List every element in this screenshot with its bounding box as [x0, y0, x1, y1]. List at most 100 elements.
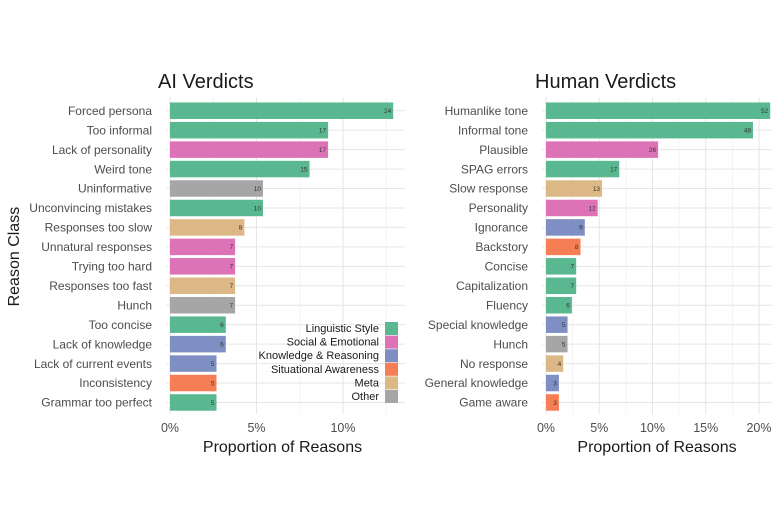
- ai-bar-value-label: 10: [254, 205, 262, 212]
- human-bar-value-label: 9: [579, 225, 583, 232]
- ai-bar-value-label: 7: [229, 244, 233, 251]
- human-category-tick-label: General knowledge: [425, 376, 529, 390]
- human-x-tick-label: 5%: [590, 421, 608, 435]
- ai-bar-value-label: 17: [319, 147, 327, 154]
- ai-bar-value-label: 5: [211, 400, 215, 407]
- human-category-tick-label: Backstory: [475, 240, 528, 254]
- ai-bar-value-label: 6: [220, 341, 224, 348]
- legend-label: Social & Emotional: [287, 337, 379, 349]
- legend-swatch: [385, 322, 398, 335]
- human-bar-value-label: 8: [575, 244, 579, 251]
- human-bar: [546, 141, 659, 158]
- ai-bar: [170, 180, 264, 197]
- legend-swatch: [385, 362, 398, 376]
- ai-bar: [170, 355, 217, 372]
- human-category-tick-label: Fluency: [486, 298, 528, 312]
- ai-bar: [170, 296, 236, 314]
- human-category-tick-label: Informal tone: [458, 123, 528, 137]
- ai-x-tick-label: 5%: [247, 421, 265, 435]
- legend-label: Linguistic Style: [306, 323, 379, 335]
- ai-chart-title: AI Verdicts: [158, 71, 254, 93]
- legend-label: Meta: [355, 377, 380, 389]
- legend-label: Other: [351, 391, 379, 403]
- ai-bar: [170, 335, 226, 353]
- human-category-tick-label: Special knowledge: [428, 318, 528, 332]
- human-category-tick-label: Game aware: [459, 396, 528, 410]
- ai-category-tick-label: Lack of personality: [52, 143, 152, 157]
- ai-category-tick-label: Hunch: [117, 298, 152, 312]
- ai-bar: [170, 258, 236, 275]
- legend-label: Knowledge & Reasoning: [259, 350, 379, 362]
- human-x-tick-label: 10%: [640, 421, 665, 435]
- ai-bar-value-label: 7: [229, 264, 233, 271]
- ai-bar: [170, 219, 245, 236]
- ai-category-tick-label: Unconvincing mistakes: [29, 201, 152, 215]
- ai-x-tick-label: 10%: [330, 421, 355, 435]
- human-bar-value-label: 3: [553, 400, 557, 407]
- ai-category-tick-label: Too informal: [87, 123, 152, 137]
- ai-category-tick-label: Uninformative: [78, 182, 152, 196]
- ai-bar-value-label: 5: [211, 361, 215, 368]
- chart-canvas: AI Verdicts 24 Forced persona 17 Too informa…: [6, 71, 772, 456]
- human-x-tick-label: 0%: [537, 421, 555, 435]
- ai-x-tick-label: 0%: [161, 421, 179, 435]
- ai-category-tick-label: Grammar too perfect: [41, 396, 152, 410]
- ai-bar-value-label: 7: [229, 283, 233, 290]
- ai-bar: [170, 238, 236, 256]
- legend-swatch: [385, 349, 398, 363]
- legend-swatch: [385, 390, 398, 403]
- human-bar-value-label: 7: [571, 283, 575, 290]
- ai-bar: [170, 277, 236, 295]
- ai-bar: [170, 102, 394, 119]
- human-chart-title: Human Verdicts: [535, 71, 676, 93]
- legend-swatch: [385, 376, 398, 390]
- ai-x-axis-title: Proportion of Reasons: [203, 439, 362, 456]
- human-x-tick-label: 15%: [693, 421, 718, 435]
- human-category-tick-label: Hunch: [493, 337, 528, 351]
- ai-category-tick-label: Inconsistency: [79, 376, 152, 390]
- human-bar-value-label: 52: [761, 108, 769, 115]
- human-bar-value-label: 13: [593, 186, 601, 193]
- ai-bar: [170, 160, 310, 178]
- legend-label: Situational Awareness: [271, 364, 380, 376]
- ai-category-tick-label: Unnatural responses: [41, 240, 152, 254]
- human-bar-value-label: 4: [558, 361, 562, 368]
- y-axis-title: Reason Class: [6, 207, 23, 307]
- human-bar-value-label: 5: [562, 341, 566, 348]
- ai-bar: [170, 374, 217, 392]
- ai-bar-value-label: 5: [211, 380, 215, 387]
- human-bar-value-label: 6: [566, 303, 570, 310]
- human-bar-value-label: 12: [589, 205, 597, 212]
- ai-category-tick-label: Responses too fast: [49, 279, 152, 293]
- human-bar: [546, 160, 620, 178]
- human-category-tick-label: Plausible: [479, 143, 528, 157]
- human-category-tick-label: Personality: [469, 201, 528, 215]
- human-category-tick-label: Capitalization: [456, 279, 528, 293]
- human-category-tick-label: Concise: [485, 260, 529, 274]
- ai-category-tick-label: Forced persona: [68, 104, 152, 118]
- ai-bar-value-label: 10: [254, 186, 262, 193]
- human-bar-value-label: 26: [649, 147, 657, 154]
- ai-bar-value-label: 15: [300, 166, 308, 173]
- legend-swatch: [385, 335, 398, 349]
- ai-bar: [170, 121, 329, 139]
- ai-category-tick-label: Lack of current events: [34, 357, 152, 371]
- human-category-tick-label: Slow response: [449, 182, 528, 196]
- ai-category-tick-label: Weird tone: [94, 162, 152, 176]
- human-bar: [546, 102, 771, 119]
- human-bar: [546, 121, 753, 139]
- ai-bar: [170, 394, 217, 411]
- ai-bar-value-label: 7: [229, 303, 233, 310]
- ai-bar: [170, 141, 329, 158]
- human-category-tick-label: Humanlike tone: [445, 104, 529, 118]
- human-bar-value-label: 7: [571, 264, 575, 271]
- human-x-axis-title: Proportion of Reasons: [577, 439, 736, 456]
- human-category-tick-label: No response: [460, 357, 528, 371]
- human-bar-value-label: 3: [553, 380, 557, 387]
- ai-category-tick-label: Lack of knowledge: [53, 337, 153, 351]
- human-x-tick-label: 20%: [746, 421, 771, 435]
- ai-bar-value-label: 8: [239, 225, 243, 232]
- human-bar-value-label: 17: [610, 166, 618, 173]
- human-category-tick-label: SPAG errors: [461, 162, 528, 176]
- human-bar-value-label: 48: [744, 127, 752, 134]
